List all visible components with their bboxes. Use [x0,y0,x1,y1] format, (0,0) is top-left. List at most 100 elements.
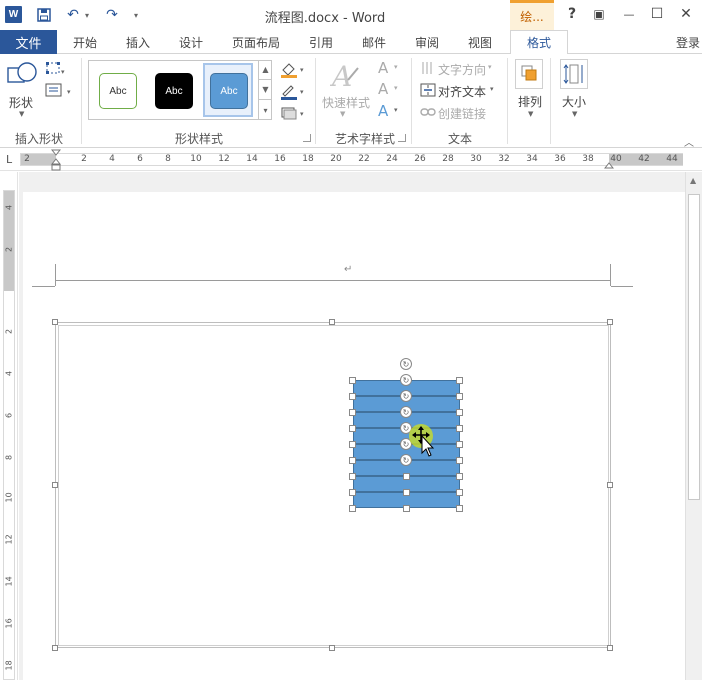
shape-resize-handle[interactable] [349,473,356,480]
rotate-handle-icon[interactable]: ↻ [400,358,412,370]
shape-resize-handle[interactable] [456,489,463,496]
shape-effects-icon[interactable]: ▾ [279,104,309,123]
vertical-ruler[interactable]: 4 2 2 4 6 8 10 12 14 16 18 [0,172,18,680]
scrollbar-thumb[interactable] [688,194,700,500]
right-indent-marker-icon[interactable] [603,158,615,172]
minimize-button[interactable]: — [615,3,643,25]
wordart-styles-launcher-icon[interactable] [398,134,406,142]
tab-view[interactable]: 视图 [457,30,503,54]
canvas-resize-handle[interactable] [52,645,58,651]
tab-format[interactable]: 格式 [510,30,568,55]
shape-styles-gallery[interactable]: Abc Abc Abc [88,60,272,120]
text-fill-dropdown-icon[interactable]: ▾ [394,63,398,71]
shape-resize-handle[interactable] [349,409,356,416]
text-direction-dropdown-icon[interactable]: ▾ [488,63,492,71]
text-outline-icon[interactable]: A [378,80,388,98]
create-link-icon[interactable] [420,106,436,121]
text-effects-dropdown-icon[interactable]: ▾ [394,106,398,114]
shape-resize-handle[interactable] [349,441,356,448]
shape-resize-handle[interactable] [456,425,463,432]
canvas-resize-handle[interactable] [329,319,335,325]
horizontal-ruler[interactable]: L 2 2 4 6 8 10 12 14 16 18 20 22 24 26 2… [0,149,702,171]
rotate-handle-icon[interactable]: ↻ [400,390,412,402]
shapes-label[interactable]: 形状 [9,94,33,111]
shape-resize-handle[interactable] [456,441,463,448]
text-direction-icon[interactable] [420,61,436,78]
ribbon-display-options-button[interactable]: ▣ [585,3,613,25]
align-text-dropdown-icon[interactable]: ▾ [490,85,494,93]
shape-resize-handle[interactable] [456,393,463,400]
tab-home[interactable]: 开始 [62,30,108,54]
scroll-up-icon[interactable]: ▲ [690,176,696,185]
maximize-button[interactable]: ☐ [643,3,671,25]
shape-resize-handle[interactable] [349,505,356,512]
tab-selector-icon[interactable]: L [6,153,12,166]
align-text-icon[interactable] [420,83,436,100]
text-direction-label[interactable]: 文字方向 [438,61,486,78]
shape-style-outline-green[interactable]: Abc [99,73,137,109]
tab-references[interactable]: 引用 [298,30,344,54]
text-effects-icon[interactable]: A [378,102,388,120]
canvas-resize-handle[interactable] [52,482,58,488]
tab-insert[interactable]: 插入 [115,30,161,54]
gallery-more-icon[interactable]: ▾ [259,100,272,120]
tab-file[interactable]: 文件 [0,30,57,54]
canvas-resize-handle[interactable] [607,319,613,325]
shape-resize-handle[interactable] [456,505,463,512]
rotate-handle-icon[interactable]: ↻ [400,374,412,386]
canvas-resize-handle[interactable] [607,482,613,488]
shape-resize-handle[interactable] [403,505,410,512]
shape-resize-handle[interactable] [403,473,410,480]
shape-style-fill-blue[interactable]: Abc [210,73,248,109]
size-icon[interactable] [560,59,588,89]
align-text-label[interactable]: 对齐文本 [438,83,486,100]
gallery-scroll-up-icon[interactable]: ▲ [259,60,272,80]
draw-text-box-icon[interactable]: ▾ [45,82,75,101]
shape-resize-handle[interactable] [349,377,356,384]
text-fill-icon[interactable]: A [378,59,388,77]
shape-outline-icon[interactable]: ▾ [279,82,309,103]
shape-resize-handle[interactable] [403,489,410,496]
rotate-handle-icon[interactable]: ↻ [400,406,412,418]
shape-fill-icon[interactable]: ▾ [279,60,309,81]
canvas-resize-handle[interactable] [329,645,335,651]
create-link-label[interactable]: 创建链接 [438,105,486,122]
arrange-label[interactable]: 排列 [518,93,542,110]
edit-shape-icon[interactable]: ▾ [45,60,67,79]
canvas-resize-handle[interactable] [52,319,58,325]
shape-resize-handle[interactable] [349,425,356,432]
quick-styles-label[interactable]: 快速样式 [322,94,370,111]
text-outline-dropdown-icon[interactable]: ▾ [394,84,398,92]
tab-page-layout[interactable]: 页面布局 [222,30,290,54]
tab-mailings[interactable]: 邮件 [351,30,397,54]
arrange-icon[interactable] [515,59,543,89]
tab-design[interactable]: 设计 [168,30,214,54]
shape-resize-handle[interactable] [456,457,463,464]
wordart-quick-styles-icon[interactable]: A [329,60,362,95]
shape-resize-handle[interactable] [349,489,356,496]
shape-resize-handle[interactable] [456,377,463,384]
shape-resize-handle[interactable] [349,393,356,400]
close-button[interactable]: ✕ [672,3,700,25]
shape-resize-handle[interactable] [456,473,463,480]
collapse-ribbon-icon[interactable]: ︿ [684,134,694,149]
help-button[interactable]: ? [558,3,586,25]
shape-resize-handle[interactable] [349,457,356,464]
size-label[interactable]: 大小 [562,93,586,110]
shape-style-fill-black[interactable]: Abc [155,73,193,109]
rotate-handle-icon[interactable]: ↻ [400,454,412,466]
quick-styles-dropdown-icon[interactable]: ▼ [340,110,345,118]
drawing-tools-context-label[interactable]: 绘... [510,0,554,30]
first-line-indent-marker-icon[interactable] [50,149,62,174]
shapes-dropdown-icon[interactable]: ▼ [19,110,24,118]
gallery-scroll-down-icon[interactable]: ▼ [259,80,272,100]
tab-review[interactable]: 审阅 [404,30,450,54]
arrange-dropdown-icon[interactable]: ▼ [528,110,533,118]
size-dropdown-icon[interactable]: ▼ [572,110,577,118]
shape-styles-launcher-icon[interactable] [303,134,311,142]
canvas-resize-handle[interactable] [607,645,613,651]
sign-in-link[interactable]: 登录 [676,34,700,51]
shape-resize-handle[interactable] [456,409,463,416]
shapes-gallery-icon[interactable] [6,60,38,95]
vertical-scrollbar[interactable]: ▲ [685,172,702,680]
